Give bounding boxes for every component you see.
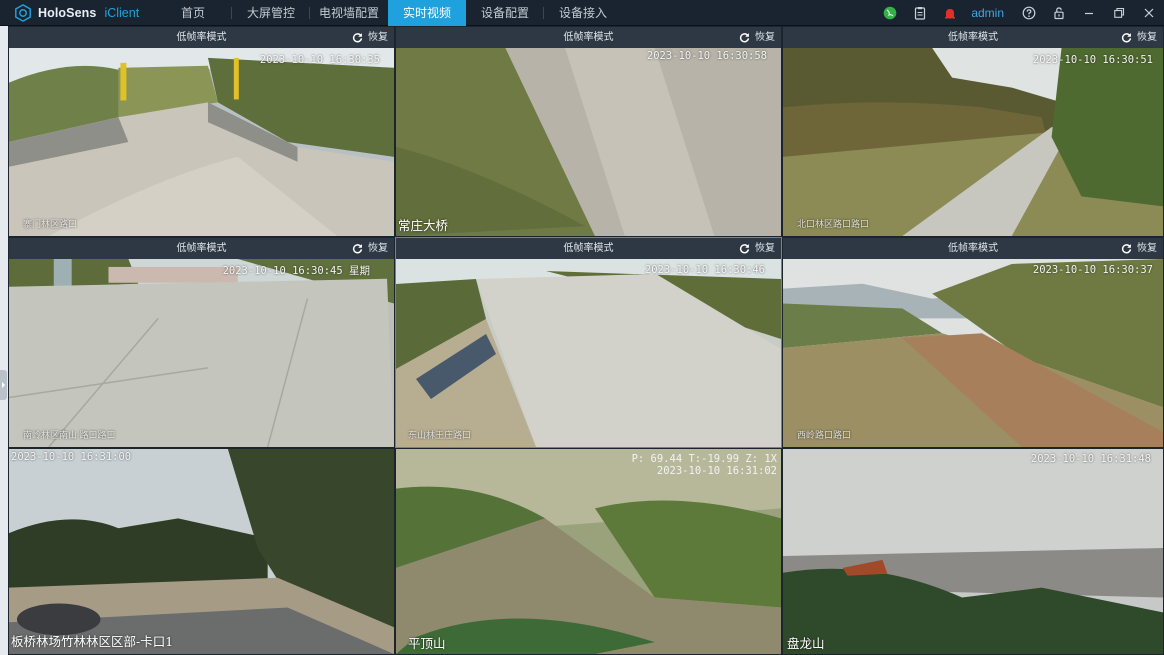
tile-header: 低帧率模式 恢复 bbox=[9, 238, 394, 259]
refresh-icon bbox=[739, 33, 750, 43]
timestamp-overlay: 2023-10-10 16:31:02 bbox=[656, 465, 777, 477]
restore-window-icon[interactable] bbox=[1104, 0, 1134, 26]
status-globe-icon[interactable] bbox=[875, 0, 905, 26]
nav-item-home[interactable]: 首页 bbox=[154, 0, 232, 26]
video-tile-9[interactable]: 2023-10-10 16:31:48 盘龙山 bbox=[782, 448, 1164, 655]
video-feed[interactable]: 2023-10-10 16:30:45 星期 南岭林区南山 路口路口 bbox=[9, 259, 394, 447]
timestamp-overlay: 2023-10-10 16:30:37 bbox=[1032, 264, 1153, 276]
camera-osd-label: 西岭路口路口 bbox=[797, 430, 852, 440]
nav-item-device-access[interactable]: 设备接入 bbox=[544, 0, 622, 26]
minimize-icon[interactable] bbox=[1074, 0, 1104, 26]
tile-header: 低帧率模式 恢复 bbox=[783, 27, 1163, 48]
window-tools: admin bbox=[875, 0, 1164, 26]
camera-name-label: 平顶山 bbox=[408, 636, 446, 651]
restore-button[interactable]: 恢复 bbox=[1121, 238, 1157, 259]
refresh-icon bbox=[352, 244, 363, 254]
restore-button[interactable]: 恢复 bbox=[1121, 27, 1157, 48]
video-tile-8[interactable]: P: 69.44 T:-19.99 Z: 1X 2023-10-10 16:31… bbox=[395, 448, 782, 655]
timestamp-overlay: 2023-10-10 16:30:58 bbox=[646, 50, 767, 62]
video-tile-3[interactable]: 低帧率模式 恢复 2023-10-10 16:30:51 北口林区路口路口 bbox=[782, 26, 1164, 237]
timestamp-overlay: 2023-10-10 16:30:35 bbox=[259, 54, 380, 66]
tile-header: 低帧率模式 恢复 bbox=[396, 238, 781, 259]
brand-subtitle: iClient bbox=[104, 6, 140, 20]
nav-item-tv-wall-config[interactable]: 电视墙配置 bbox=[310, 0, 388, 26]
main-nav: 首页 大屏管控 电视墙配置 实时视频 设备配置 设备接入 bbox=[154, 0, 622, 26]
restore-button[interactable]: 恢复 bbox=[739, 238, 775, 259]
brand-name: HoloSens bbox=[38, 6, 97, 20]
camera-osd-label: 东山林王庄路口 bbox=[408, 430, 472, 440]
tile-header: 低帧率模式 恢复 bbox=[9, 27, 394, 48]
video-feed[interactable]: 2023-10-10 16:30:37 西岭路口路口 bbox=[783, 259, 1163, 447]
refresh-icon bbox=[1121, 244, 1132, 254]
refresh-icon bbox=[1121, 33, 1132, 43]
tile-header: 低帧率模式 恢复 bbox=[783, 238, 1163, 259]
ptz-and-timestamp-overlay: P: 69.44 T:-19.99 Z: 1X 2023-10-10 16:31… bbox=[632, 453, 777, 477]
low-framerate-mode-label: 低帧率模式 bbox=[948, 32, 998, 43]
brand: HoloSens iClient bbox=[14, 0, 139, 26]
camera-name-label: 盘龙山 bbox=[787, 636, 825, 651]
left-panel-rail bbox=[0, 26, 8, 655]
user-name[interactable]: admin bbox=[965, 6, 1014, 20]
top-bar: HoloSens iClient 首页 大屏管控 电视墙配置 实时视频 设备配置… bbox=[0, 0, 1164, 26]
timestamp-overlay: 2023-10-10 16:30:51 bbox=[1032, 54, 1153, 66]
low-framerate-mode-label: 低帧率模式 bbox=[176, 32, 227, 43]
camera-osd-label: 北口林区路口路口 bbox=[797, 219, 870, 229]
video-tile-6[interactable]: 低帧率模式 恢复 2023-10-10 16:30:37 西岭路口路口 bbox=[782, 237, 1164, 448]
ptz-readout: P: 69.44 T:-19.99 Z: 1X bbox=[631, 453, 777, 465]
video-feed[interactable]: 2023-10-10 16:31:00 板桥林场竹林林区区部-卡口1 bbox=[9, 449, 394, 654]
camera-osd-label: 寨门林区路口 bbox=[23, 219, 78, 229]
video-tile-7[interactable]: 2023-10-10 16:31:00 板桥林场竹林林区区部-卡口1 bbox=[8, 448, 395, 655]
video-feed[interactable]: 2023-10-10 16:30:35 寨门林区路口 bbox=[9, 48, 394, 236]
nav-item-screen-control[interactable]: 大屏管控 bbox=[232, 0, 310, 26]
nav-item-device-config[interactable]: 设备配置 bbox=[466, 0, 544, 26]
restore-button[interactable]: 恢复 bbox=[739, 27, 775, 48]
video-feed[interactable]: 2023-10-10 16:30:51 北口林区路口路口 bbox=[783, 48, 1163, 236]
video-tile-1[interactable]: 低帧率模式 恢复 2023-10-10 16:30:35 寨门林区路口 bbox=[8, 26, 395, 237]
low-framerate-mode-label: 低帧率模式 bbox=[563, 32, 614, 43]
video-feed[interactable]: P: 69.44 T:-19.99 Z: 1X 2023-10-10 16:31… bbox=[396, 449, 781, 654]
clipboard-icon[interactable] bbox=[905, 0, 935, 26]
timestamp-overlay: 2023-10-10 16:30:46 bbox=[644, 264, 765, 276]
camera-osd-label: 南岭林区南山 路口路口 bbox=[23, 430, 116, 440]
lock-icon[interactable] bbox=[1044, 0, 1074, 26]
video-feed[interactable]: 2023-10-10 16:30:46 东山林王庄路口 bbox=[396, 259, 781, 447]
close-icon[interactable] bbox=[1134, 0, 1164, 26]
refresh-icon bbox=[739, 244, 750, 254]
timestamp-overlay: 2023-10-10 16:30:45 星期 bbox=[222, 265, 370, 277]
video-feed[interactable]: 2023-10-10 16:30:58 常庄大桥 bbox=[396, 48, 781, 236]
video-tile-2[interactable]: 低帧率模式 恢复 2023-10-10 16:30:58 常庄大桥 bbox=[395, 26, 782, 237]
camera-name-label: 常庄大桥 bbox=[398, 218, 449, 233]
restore-button[interactable]: 恢复 bbox=[352, 238, 388, 259]
video-tile-5[interactable]: 低帧率模式 恢复 2023-10-10 16:30:46 东山林王庄路口 bbox=[395, 237, 782, 448]
video-feed[interactable]: 2023-10-10 16:31:48 盘龙山 bbox=[783, 449, 1163, 654]
video-tile-4[interactable]: 低帧率模式 恢复 2023-10-10 16:30:45 星期 南岭林区南山 路… bbox=[8, 237, 395, 448]
help-icon[interactable] bbox=[1014, 0, 1044, 26]
low-framerate-mode-label: 低帧率模式 bbox=[176, 243, 227, 254]
holosens-logo-icon bbox=[15, 4, 31, 22]
timestamp-overlay: 2023-10-10 16:31:48 bbox=[1030, 453, 1151, 465]
low-framerate-mode-label: 低帧率模式 bbox=[948, 243, 998, 254]
expand-panel-handle[interactable] bbox=[0, 370, 7, 400]
nav-item-live-video[interactable]: 实时视频 bbox=[388, 0, 466, 26]
alarm-bell-icon[interactable] bbox=[935, 0, 965, 26]
timestamp-overlay: 2023-10-10 16:31:00 bbox=[11, 451, 132, 463]
low-framerate-mode-label: 低帧率模式 bbox=[563, 243, 614, 254]
camera-name-label: 板桥林场竹林林区区部-卡口1 bbox=[11, 634, 174, 649]
video-grid: 低帧率模式 恢复 2023-10-10 16:30:35 寨门林区路口 低帧率模… bbox=[8, 26, 1164, 655]
refresh-icon bbox=[352, 33, 363, 43]
tile-header: 低帧率模式 恢复 bbox=[396, 27, 781, 48]
restore-button[interactable]: 恢复 bbox=[352, 27, 388, 48]
